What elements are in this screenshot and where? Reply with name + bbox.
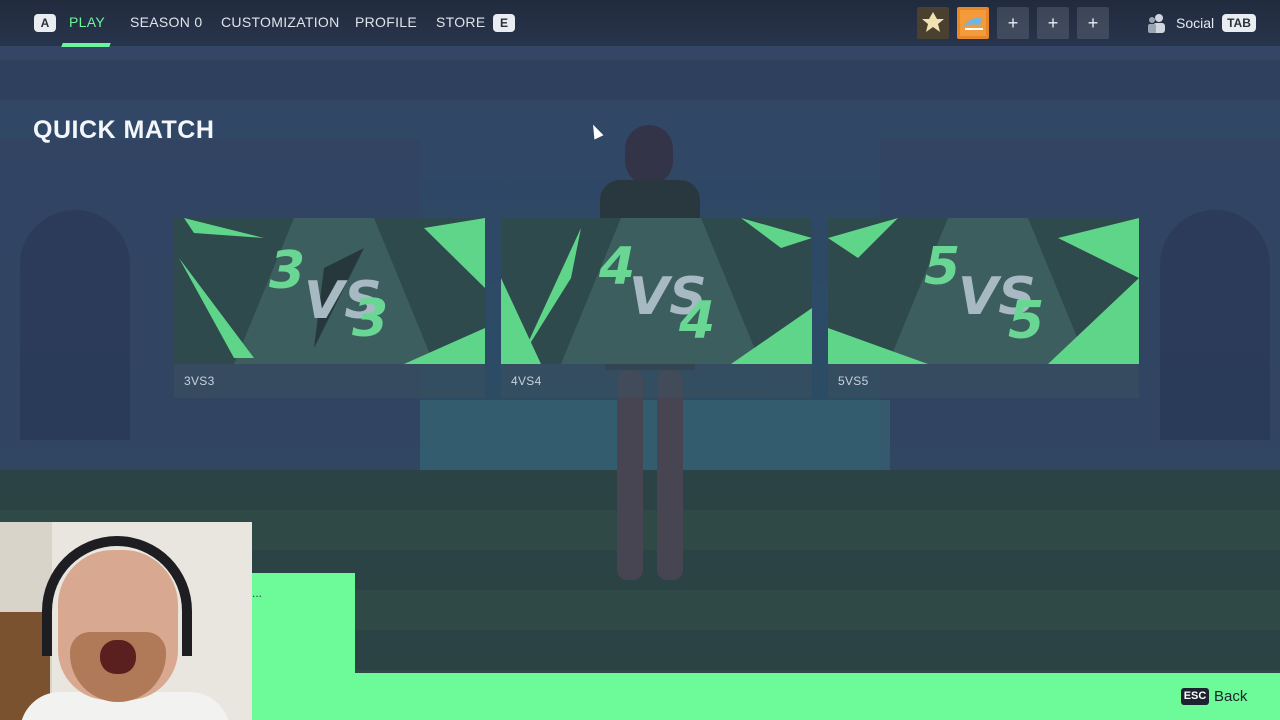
mode-card-label: 5VS5 <box>838 374 869 388</box>
mode-card-label: 3VS3 <box>184 374 215 388</box>
nav-tab-season[interactable]: SEASON 0 <box>130 14 202 30</box>
nav-left-key-hint: A <box>34 14 56 32</box>
player-avatar-icon[interactable] <box>957 7 989 39</box>
webcam-overlay <box>0 522 252 720</box>
mode-card-4vs4[interactable]: 4 VS 4 4VS4 <box>501 218 812 398</box>
svg-text:5: 5 <box>1008 291 1044 351</box>
svg-text:3: 3 <box>269 241 305 301</box>
social-friends-icon[interactable] <box>1146 12 1168 34</box>
add-party-member-button[interactable]: + <box>997 7 1029 39</box>
social-key-hint: TAB <box>1222 14 1256 32</box>
svg-text:3: 3 <box>352 289 388 349</box>
page-title: QUICK MATCH <box>33 116 215 144</box>
nav-tab-play[interactable]: PLAY <box>69 14 105 30</box>
overlay-ellipsis: ... <box>252 586 263 600</box>
stream-overlay-bar <box>355 673 1280 720</box>
svg-text:5: 5 <box>924 237 960 297</box>
stream-overlay-panel <box>252 573 355 720</box>
add-party-member-button[interactable]: + <box>1037 7 1069 39</box>
nav-tab-store[interactable]: STORE <box>436 14 485 30</box>
mode-card-label: 4VS4 <box>511 374 542 388</box>
nav-right-key-hint: E <box>493 14 515 32</box>
svg-text:4: 4 <box>678 291 715 351</box>
back-button[interactable]: Back <box>1214 688 1247 705</box>
mode-card-art: 5 VS 5 <box>828 218 1139 364</box>
nav-tab-customization[interactable]: CUSTOMIZATION <box>221 14 340 30</box>
rank-badge-icon[interactable] <box>917 7 949 39</box>
nav-tab-profile[interactable]: PROFILE <box>355 14 417 30</box>
top-nav-bar: A PLAY SEASON 0 CUSTOMIZATION PROFILE ST… <box>0 0 1280 47</box>
mode-card-art: 4 VS 4 <box>501 218 812 364</box>
social-button[interactable]: Social <box>1176 15 1214 31</box>
mode-card-3vs3[interactable]: 3 VS 3 3VS3 <box>174 218 485 398</box>
esc-key-hint: ESC <box>1181 688 1209 705</box>
mode-card-art: 3 VS 3 <box>174 218 485 364</box>
add-party-member-button[interactable]: + <box>1077 7 1109 39</box>
nav-active-indicator <box>61 43 111 47</box>
mode-card-5vs5[interactable]: 5 VS 5 5VS5 <box>828 218 1139 398</box>
